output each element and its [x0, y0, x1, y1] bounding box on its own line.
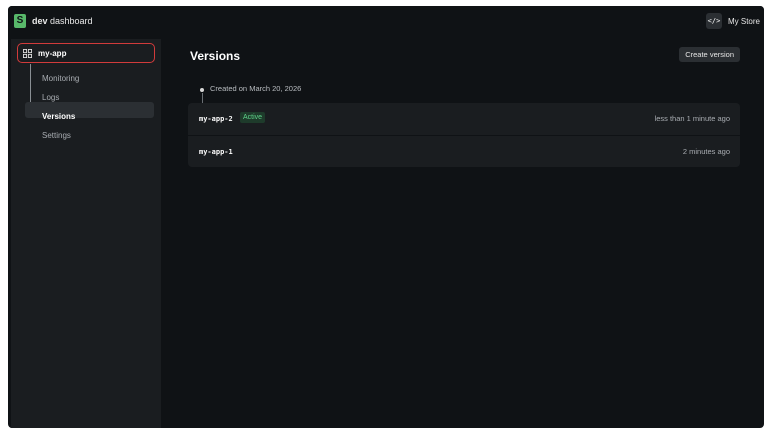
- version-time: less than 1 minute ago: [654, 114, 730, 123]
- version-row[interactable]: my-app-1 2 minutes ago: [188, 135, 740, 167]
- app-name: my-app: [38, 48, 67, 58]
- sidebar-app-item[interactable]: my-app: [17, 43, 155, 63]
- active-badge: Active: [240, 112, 266, 123]
- sidebar-item-logs[interactable]: Logs: [42, 93, 59, 102]
- store-name: My Store: [727, 16, 760, 26]
- create-version-button[interactable]: Create version: [679, 47, 740, 62]
- brand[interactable]: S dev dashboard: [14, 14, 93, 28]
- versions-list: my-app-2 Active less than 1 minute ago m…: [188, 103, 740, 167]
- page-title: Versions: [190, 49, 241, 63]
- timeline-dot: [200, 88, 204, 92]
- timeline-line: [201, 93, 203, 103]
- apps-grid-icon: [23, 48, 32, 58]
- store-switcher[interactable]: </> My Store: [705, 13, 760, 29]
- app-window: S dev dashboard </> My Store my-app Moni…: [8, 6, 764, 428]
- top-bar: S dev dashboard </> My Store: [8, 6, 764, 38]
- shop-logo-icon: S: [14, 14, 26, 28]
- code-icon[interactable]: </>: [705, 13, 722, 29]
- sidebar: my-app Monitoring Logs Versions Settings: [11, 39, 161, 428]
- sidebar-item-versions[interactable]: Versions: [42, 112, 75, 121]
- timeline-label: Created on March 20, 2026: [210, 84, 302, 93]
- version-row[interactable]: my-app-2 Active less than 1 minute ago: [188, 103, 740, 134]
- version-time: 2 minutes ago: [682, 147, 730, 156]
- brand-title: dev dashboard: [32, 16, 93, 26]
- version-name: my-app-2: [199, 115, 233, 123]
- sidebar-item-settings[interactable]: Settings: [42, 131, 71, 140]
- version-name: my-app-1: [199, 148, 233, 156]
- sidebar-item-monitoring[interactable]: Monitoring: [42, 74, 79, 83]
